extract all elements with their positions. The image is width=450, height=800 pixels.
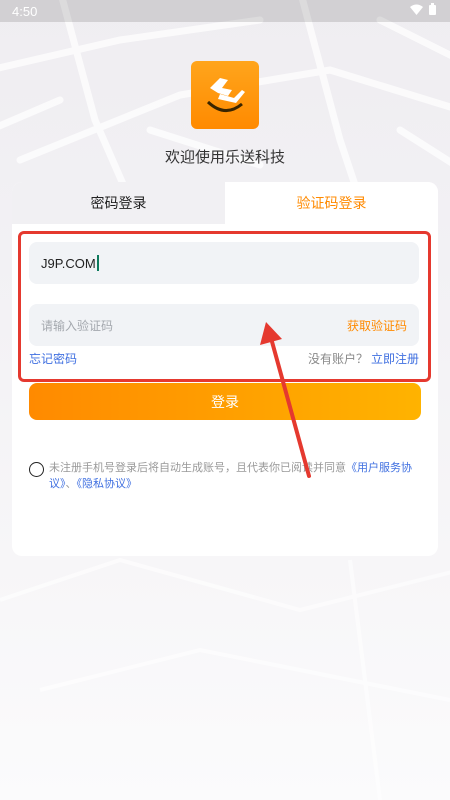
- code-placeholder: 请输入验证码: [41, 318, 114, 333]
- login-button[interactable]: 登录: [29, 383, 421, 420]
- phone-input[interactable]: J9P.COM: [29, 242, 419, 284]
- app-logo-icon: [206, 78, 245, 112]
- tab-password-login[interactable]: 密码登录: [12, 182, 225, 224]
- agreement-row: 未注册手机号登录后将自动生成账号，且代表你已阅读并同意《用户服务协议》、《隐私协…: [29, 460, 424, 492]
- agreement-radio[interactable]: [29, 462, 44, 477]
- status-time: 4:50: [12, 3, 38, 19]
- privacy-link[interactable]: 《隐私协议》: [77, 477, 138, 490]
- register-link[interactable]: 立即注册: [371, 352, 419, 366]
- welcome-text: 欢迎使用乐送科技: [164, 148, 285, 166]
- status-bar: 4:50: [0, 0, 450, 22]
- wifi-icon: [410, 4, 423, 19]
- text-caret: [96, 255, 99, 271]
- tab-code-login[interactable]: 验证码登录: [225, 182, 438, 224]
- login-card: 密码登录 验证码登录 J9P.COM 请输入验证码 获取验证码 忘记密码 没有账…: [12, 182, 438, 556]
- links-row: 忘记密码 没有账户？ 立即注册: [29, 350, 419, 366]
- phone-value: J9P.COM: [41, 255, 96, 271]
- code-input[interactable]: 请输入验证码 获取验证码: [29, 304, 419, 346]
- agreement-text: 未注册手机号登录后将自动生成账号，且代表你已阅读并同意《用户服务协议》、《隐私协…: [49, 460, 424, 492]
- battery-icon: [429, 3, 436, 19]
- register-prompt: 没有账户？ 立即注册: [308, 350, 419, 367]
- forgot-password-link[interactable]: 忘记密码: [29, 350, 77, 367]
- no-account-label: 没有账户？: [307, 351, 368, 366]
- get-code-button[interactable]: 获取验证码: [347, 317, 407, 334]
- app-logo: [191, 61, 259, 129]
- status-icons: [410, 3, 436, 19]
- agreement-prefix: 未注册手机号登录后将自动生成账号，且代表你已阅读并同意: [49, 461, 346, 474]
- agreement-separator: 、: [65, 477, 77, 490]
- login-tabs: 密码登录 验证码登录: [12, 182, 438, 224]
